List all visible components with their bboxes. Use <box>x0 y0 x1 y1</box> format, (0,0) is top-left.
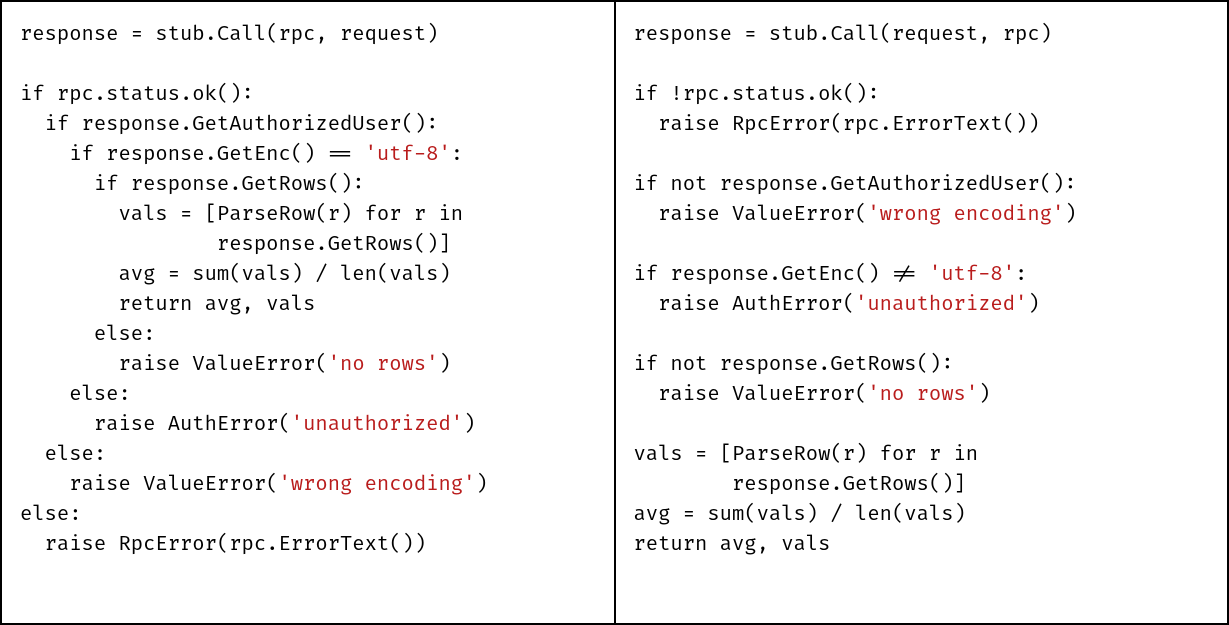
code-line: else: <box>20 443 106 467</box>
left-code-block: response = stub.Call(rpc, request) if rp… <box>20 20 602 560</box>
left-code-pane: response = stub.Call(rpc, request) if rp… <box>2 2 616 623</box>
code-line: raise AuthError('unauthorized') <box>634 293 1040 317</box>
string-literal: 'unauthorized' <box>855 293 1027 317</box>
code-line: raise ValueError('wrong encoding') <box>20 473 488 497</box>
code-line: avg = sum(vals) / len(vals) <box>20 263 451 287</box>
string-literal: 'utf-8' <box>929 263 1015 287</box>
code-line: if not response.GetRows(): <box>634 353 954 377</box>
code-line: else: <box>20 323 155 347</box>
right-code-pane: response = stub.Call(request, rpc) if !r… <box>616 2 1228 623</box>
code-line: if response.GetEnc() != 'utf-8': <box>634 263 1028 287</box>
string-literal: 'wrong encoding' <box>278 473 475 497</box>
right-code-block: response = stub.Call(request, rpc) if !r… <box>634 20 1216 560</box>
code-line: else: <box>20 503 82 527</box>
code-comparison-container: response = stub.Call(rpc, request) if rp… <box>0 0 1229 625</box>
string-literal: 'no rows' <box>328 353 439 377</box>
code-line: vals = [ParseRow(r) for r in <box>634 443 979 467</box>
code-line: if response.GetAuthorizedUser(): <box>20 113 438 137</box>
code-line: response.GetRows()] <box>20 233 451 257</box>
code-line: if !rpc.status.ok(): <box>634 83 880 107</box>
string-literal: 'unauthorized' <box>291 413 463 437</box>
code-line: return avg, vals <box>634 533 831 557</box>
code-line: response = stub.Call(rpc, request) <box>20 23 438 47</box>
code-line: return avg, vals <box>20 293 315 317</box>
code-line: if rpc.status.ok(): <box>20 83 254 107</box>
code-line: else: <box>20 383 131 407</box>
string-literal: 'utf-8' <box>365 143 451 167</box>
code-line: vals = [ParseRow(r) for r in <box>20 203 463 227</box>
code-line: avg = sum(vals) / len(vals) <box>634 503 966 527</box>
code-line: response.GetRows()] <box>634 473 966 497</box>
code-line: raise ValueError('no rows') <box>634 383 991 407</box>
string-literal: 'wrong encoding' <box>867 203 1064 227</box>
code-line: raise ValueError('wrong encoding') <box>634 203 1077 227</box>
string-literal: 'no rows' <box>867 383 978 407</box>
code-line: raise RpcError(rpc.ErrorText()) <box>20 533 426 557</box>
code-line: if response.GetEnc() == 'utf-8': <box>20 143 463 167</box>
code-line: if not response.GetAuthorizedUser(): <box>634 173 1077 197</box>
code-line: raise AuthError('unauthorized') <box>20 413 475 437</box>
code-line: raise RpcError(rpc.ErrorText()) <box>634 113 1040 137</box>
code-line: response = stub.Call(request, rpc) <box>634 23 1052 47</box>
code-line: raise ValueError('no rows') <box>20 353 451 377</box>
code-line: if response.GetRows(): <box>20 173 365 197</box>
